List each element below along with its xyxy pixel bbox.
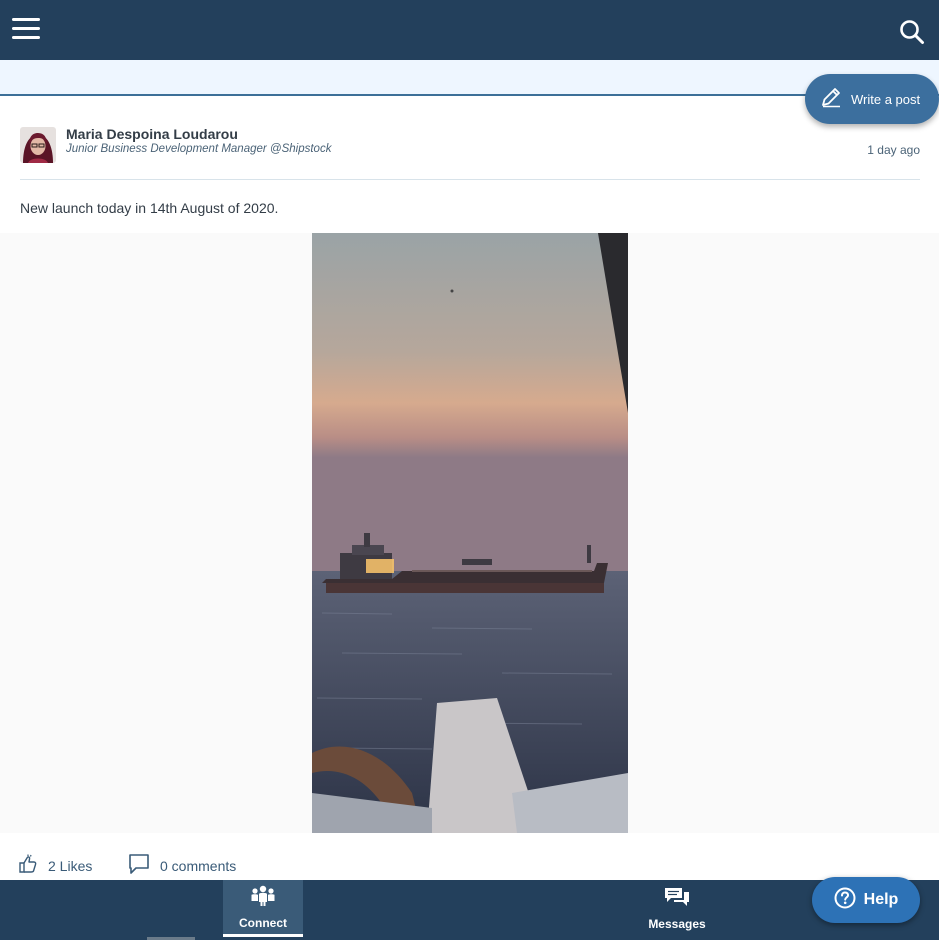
feed-subheader <box>0 60 939 96</box>
write-post-label: Write a post <box>851 91 921 107</box>
ship-photo[interactable] <box>312 233 628 833</box>
comments-button[interactable]: 0 comments <box>128 853 237 880</box>
post-timestamp: 1 day ago <box>867 143 920 157</box>
post-actions: 2 Likes 0 comments <box>0 852 939 882</box>
nav-messages-label: Messages <box>648 917 706 931</box>
bottom-nav: Connect Messages Help <box>0 877 939 940</box>
comment-icon <box>128 853 150 880</box>
nav-messages[interactable]: Messages <box>637 880 717 937</box>
help-button[interactable]: Help <box>812 877 920 923</box>
author-subtitle: Junior Business Development Manager @Shi… <box>66 143 332 155</box>
question-circle-icon <box>834 887 856 914</box>
search-icon[interactable] <box>899 19 925 45</box>
pencil-icon <box>819 85 843 114</box>
comments-count: 0 comments <box>160 858 237 874</box>
help-label: Help <box>863 891 899 908</box>
author-avatar[interactable] <box>20 127 56 163</box>
people-icon <box>250 885 276 912</box>
top-app-bar <box>0 0 939 60</box>
write-post-button[interactable]: Write a post <box>805 74 939 124</box>
hamburger-menu-icon[interactable] <box>12 18 42 42</box>
likes-count: 2 Likes <box>48 858 93 874</box>
thumbs-up-icon <box>18 854 38 879</box>
post-text: New launch today in 14th August of 2020. <box>20 200 279 216</box>
nav-connect[interactable]: Connect <box>223 880 303 937</box>
chat-bubbles-icon <box>662 886 692 913</box>
nav-connect-label: Connect <box>239 915 287 930</box>
author-name[interactable]: Maria Despoina Loudarou <box>66 126 238 142</box>
like-button[interactable]: 2 Likes <box>18 854 93 879</box>
post-divider <box>20 179 920 180</box>
post-media <box>0 233 939 833</box>
